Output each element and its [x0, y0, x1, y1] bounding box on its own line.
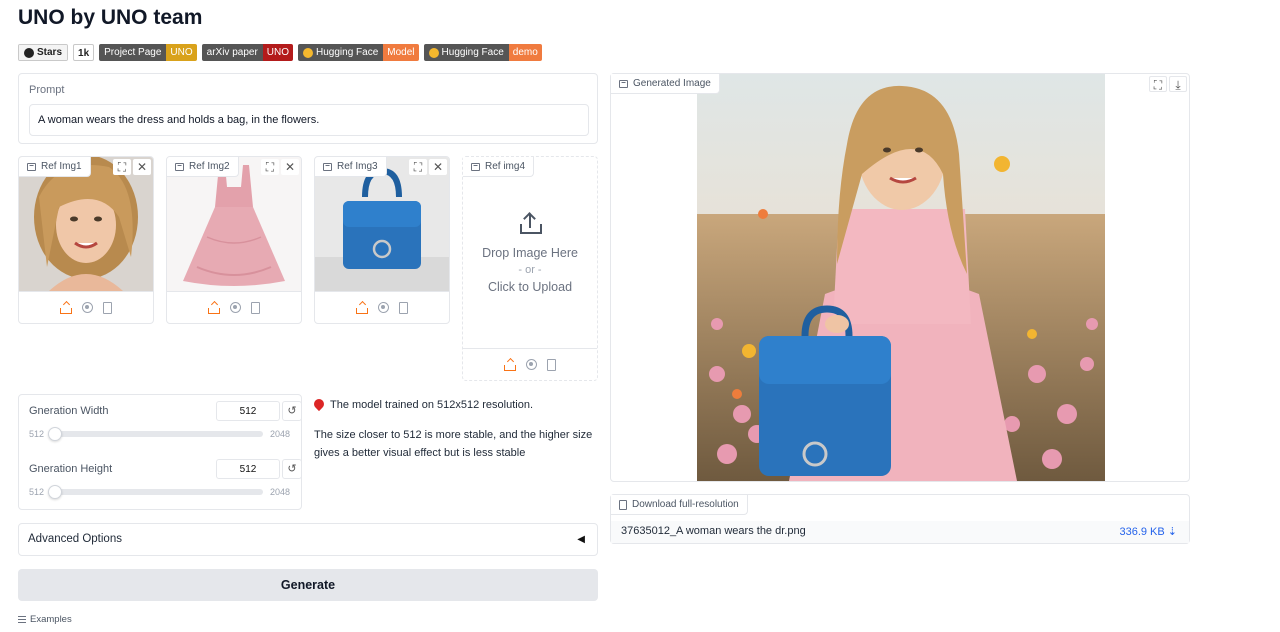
examples-section[interactable]: Examples: [18, 614, 72, 625]
height-number-input[interactable]: 512: [216, 459, 280, 479]
width-number-input[interactable]: 512: [216, 401, 280, 421]
ref-image-4-label: Ref img4: [463, 157, 535, 177]
height-slider[interactable]: [48, 485, 263, 499]
hf-demo-badge[interactable]: Hugging Face demo: [423, 44, 542, 61]
ref-image-1-label: Ref Img1: [19, 157, 91, 177]
github-stars-badge[interactable]: Stars: [18, 44, 69, 61]
prompt-panel: Prompt A woman wears the dress and holds…: [18, 73, 598, 144]
size-sliders-panel: Gneration Width 512 ↺ 512 2048 Gneration…: [18, 394, 302, 510]
clipboard-icon[interactable]: [251, 301, 260, 314]
page-title: UNO by UNO team: [18, 6, 203, 29]
file-icon: [619, 499, 627, 510]
height-max: 2048: [270, 487, 291, 497]
image-icon: [471, 162, 480, 171]
width-max: 2048: [270, 429, 291, 439]
download-size-link[interactable]: 336.9 KB ⇣: [1119, 525, 1177, 538]
fullscreen-icon[interactable]: ⛶: [1149, 76, 1167, 92]
resolution-note: The model trained on 512x512 resolution.…: [311, 396, 598, 474]
prompt-label: Prompt: [29, 84, 65, 96]
ref-image-2-label: Ref Img2: [167, 157, 239, 177]
width-label: Gneration Width: [29, 405, 109, 417]
width-slider-thumb[interactable]: [48, 427, 62, 441]
close-icon[interactable]: ✕: [281, 159, 299, 175]
ref-image-2-preview: [167, 157, 301, 291]
hf-model-badge[interactable]: Hugging Face Model: [298, 44, 419, 61]
download-panel: Download full-resolution 37635012_A woma…: [610, 494, 1190, 544]
download-icon[interactable]: ⤓: [1169, 76, 1187, 92]
fullscreen-icon[interactable]: ⛶: [113, 159, 131, 175]
prompt-input[interactable]: A woman wears the dress and holds a bag,…: [29, 104, 589, 136]
upload-icon[interactable]: [504, 359, 516, 371]
pushpin-icon: [311, 396, 327, 412]
generated-image-panel: Generated Image ⛶ ⤓: [610, 73, 1190, 482]
advanced-options-label: Advanced Options: [28, 533, 122, 545]
generate-button[interactable]: Generate: [18, 569, 598, 601]
fullscreen-icon[interactable]: ⛶: [261, 159, 279, 175]
hugging-face-icon: [428, 47, 439, 58]
ref-image-2[interactable]: Ref Img2 ⛶ ✕: [166, 156, 302, 324]
ref-image-3[interactable]: Ref Img3 ⛶ ✕: [314, 156, 450, 324]
upload-icon[interactable]: [356, 302, 368, 314]
drop-image-text: Drop Image Here: [482, 246, 578, 260]
list-icon: [18, 616, 26, 623]
image-icon: [27, 162, 36, 171]
hugging-face-icon: [303, 47, 314, 58]
badge-row: Stars 1k Project Page UNO arXiv paper UN…: [18, 44, 542, 61]
webcam-icon[interactable]: [526, 359, 537, 370]
close-icon[interactable]: ✕: [429, 159, 447, 175]
ref-image-3-preview: [315, 157, 449, 291]
webcam-icon[interactable]: [82, 302, 93, 313]
clipboard-icon[interactable]: [547, 358, 556, 371]
stars-count-badge[interactable]: 1k: [73, 44, 95, 61]
image-icon: [323, 162, 332, 171]
click-upload-text: Click to Upload: [487, 280, 573, 294]
width-min: 512: [29, 429, 45, 439]
height-reset-button[interactable]: ↺: [282, 459, 302, 479]
ref-image-1-preview: [19, 157, 153, 291]
project-page-badge[interactable]: Project Page UNO: [99, 44, 197, 61]
upload-icon[interactable]: [208, 302, 220, 314]
webcam-icon[interactable]: [378, 302, 389, 313]
height-slider-thumb[interactable]: [48, 485, 62, 499]
collapse-arrow-icon[interactable]: ◀: [577, 534, 585, 545]
download-label: Download full-resolution: [611, 495, 748, 515]
image-icon: [175, 162, 184, 171]
stability-note: The size closer to 512 is more stable, a…: [314, 429, 593, 459]
ref-image-1[interactable]: Ref Img1 ⛶ ✕: [18, 156, 154, 324]
or-divider-text: - or -: [518, 264, 542, 276]
advanced-options-accordion[interactable]: Advanced Options ◀: [18, 523, 598, 556]
arxiv-badge[interactable]: arXiv paper UNO: [201, 44, 294, 61]
upload-icon[interactable]: [60, 302, 72, 314]
generated-image: [697, 74, 1105, 481]
clipboard-icon[interactable]: [399, 301, 408, 314]
clipboard-icon[interactable]: [103, 301, 112, 314]
upload-icon: [519, 212, 542, 234]
fullscreen-icon[interactable]: ⛶: [409, 159, 427, 175]
download-file-row[interactable]: 37635012_A woman wears the dr.png 336.9 …: [611, 521, 1189, 543]
download-filename[interactable]: 37635012_A woman wears the dr.png: [621, 525, 806, 537]
height-min: 512: [29, 487, 45, 497]
width-slider[interactable]: [48, 427, 263, 441]
height-label: Gneration Height: [29, 463, 113, 475]
ref-image-4-dropzone[interactable]: Ref img4 Drop Image Here - or - Click to…: [462, 156, 598, 381]
ref-image-3-label: Ref Img3: [315, 157, 387, 177]
image-icon: [619, 79, 628, 88]
width-reset-button[interactable]: ↺: [282, 401, 302, 421]
generated-image-label: Generated Image: [611, 74, 720, 94]
github-icon: [24, 47, 34, 58]
webcam-icon[interactable]: [230, 302, 241, 313]
close-icon[interactable]: ✕: [133, 159, 151, 175]
